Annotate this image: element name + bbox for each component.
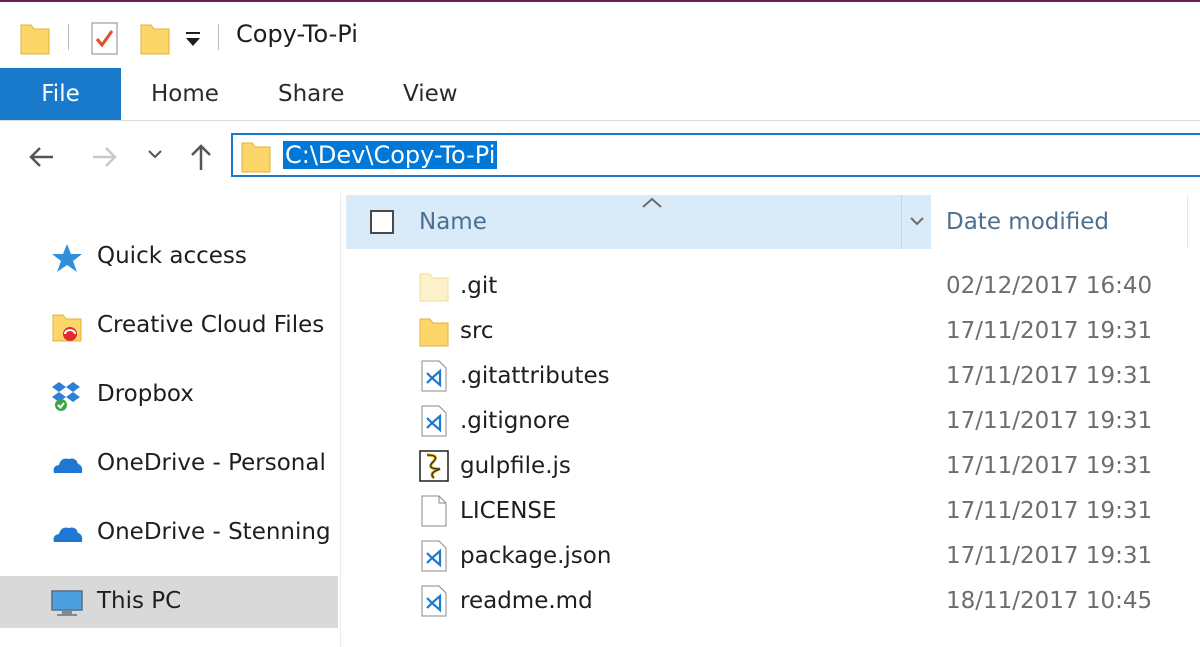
folder-icon[interactable]	[20, 20, 50, 60]
new-folder-icon[interactable]	[140, 20, 170, 60]
ribbon-tabs: File Home Share View	[0, 68, 1200, 121]
sidebar-item-label: Quick access	[97, 243, 247, 269]
script-file-icon	[418, 449, 450, 483]
hidden-folder-icon	[418, 269, 450, 303]
creative-cloud-folder-icon	[50, 310, 84, 344]
file-row[interactable]: .git 02/12/2017 16:40	[346, 264, 1200, 309]
onedrive-cloud-icon	[50, 517, 84, 551]
recent-locations-chevron-icon[interactable]	[146, 147, 164, 166]
computer-monitor-icon	[50, 586, 84, 620]
sidebar-item-onedrive-stenning[interactable]: OneDrive - Stenning	[0, 507, 338, 559]
onedrive-cloud-icon	[50, 448, 84, 482]
file-name: package.json	[460, 543, 612, 569]
file-name: .git	[460, 273, 498, 299]
file-date: 17/11/2017 19:31	[946, 408, 1153, 434]
sidebar-item-quick-access[interactable]: Quick access	[0, 231, 338, 283]
title-bar: Copy-To-Pi	[0, 2, 1200, 68]
sidebar-item-onedrive-personal[interactable]: OneDrive - Personal	[0, 438, 338, 490]
file-name: readme.md	[460, 588, 593, 614]
file-row[interactable]: LICENSE 17/11/2017 19:31	[346, 489, 1200, 534]
address-bar[interactable]: C:\Dev\Copy-To-Pi	[231, 133, 1200, 177]
tab-file[interactable]: File	[0, 68, 121, 120]
sidebar-item-label: OneDrive - Personal	[97, 450, 326, 476]
navigation-bar: C:\Dev\Copy-To-Pi	[0, 121, 1200, 193]
file-row[interactable]: .gitattributes 17/11/2017 19:31	[346, 354, 1200, 399]
column-header-name[interactable]: Name	[346, 195, 931, 249]
file-name: src	[460, 318, 494, 344]
file-date: 17/11/2017 19:31	[946, 363, 1153, 389]
folder-icon	[241, 139, 271, 177]
file-date: 17/11/2017 19:31	[946, 543, 1153, 569]
up-arrow-icon[interactable]	[186, 141, 216, 177]
tab-share[interactable]: Share	[278, 68, 344, 120]
forward-arrow-icon[interactable]	[90, 141, 120, 177]
file-row[interactable]: .gitignore 17/11/2017 19:31	[346, 399, 1200, 444]
file-row[interactable]: readme.md 18/11/2017 10:45	[346, 579, 1200, 624]
blank-file-icon	[418, 494, 450, 528]
file-name: gulpfile.js	[460, 453, 571, 479]
column-header-row: Name Date modified	[346, 195, 1200, 249]
column-header-date-modified[interactable]: Date modified	[946, 207, 1109, 237]
file-date: 17/11/2017 19:31	[946, 453, 1153, 479]
file-name: .gitignore	[460, 408, 571, 434]
sidebar-item-this-pc[interactable]: This PC	[0, 576, 338, 628]
sidebar-item-label: Creative Cloud Files	[97, 312, 325, 338]
vscode-file-icon	[418, 539, 450, 573]
tab-view[interactable]: View	[403, 68, 458, 120]
dropbox-icon	[50, 379, 84, 413]
file-date: 17/11/2017 19:31	[946, 498, 1153, 524]
column-filter-chevron-icon[interactable]	[901, 195, 931, 249]
column-name-label: Name	[419, 209, 487, 235]
sidebar-item-label: This PC	[97, 588, 182, 614]
pane-divider[interactable]	[340, 193, 341, 647]
tab-home[interactable]: Home	[151, 68, 219, 120]
sidebar-item-dropbox[interactable]: Dropbox	[0, 369, 338, 421]
file-date: 17/11/2017 19:31	[946, 318, 1153, 344]
address-input[interactable]: C:\Dev\Copy-To-Pi	[283, 141, 498, 169]
file-name: LICENSE	[460, 498, 557, 524]
vscode-file-icon	[418, 404, 450, 438]
sidebar-item-label: OneDrive - Stenning	[97, 519, 331, 545]
select-all-checkbox[interactable]	[370, 210, 394, 234]
properties-check-icon[interactable]	[90, 20, 120, 60]
file-date: 18/11/2017 10:45	[946, 588, 1153, 614]
folder-icon	[418, 314, 450, 348]
sort-ascending-icon	[640, 195, 664, 214]
column-divider[interactable]	[1187, 195, 1188, 249]
back-arrow-icon[interactable]	[26, 141, 56, 177]
window-title: Copy-To-Pi	[236, 20, 358, 48]
star-icon	[50, 241, 84, 275]
customize-dropdown-icon[interactable]	[184, 30, 202, 54]
toolbar-separator	[218, 24, 219, 50]
sidebar-item-label: Dropbox	[97, 381, 194, 407]
file-row[interactable]: src 17/11/2017 19:31	[346, 309, 1200, 354]
file-date: 02/12/2017 16:40	[946, 273, 1153, 299]
sidebar-item-creative-cloud-files[interactable]: Creative Cloud Files	[0, 300, 338, 352]
vscode-file-icon	[418, 584, 450, 618]
vscode-file-icon	[418, 359, 450, 393]
navigation-pane: Quick access Creative Cloud Files Dropbo…	[0, 193, 338, 647]
toolbar-separator	[68, 24, 69, 50]
file-row[interactable]: gulpfile.js 17/11/2017 19:31	[346, 444, 1200, 489]
file-name: .gitattributes	[460, 363, 610, 389]
file-row[interactable]: package.json 17/11/2017 19:31	[346, 534, 1200, 579]
